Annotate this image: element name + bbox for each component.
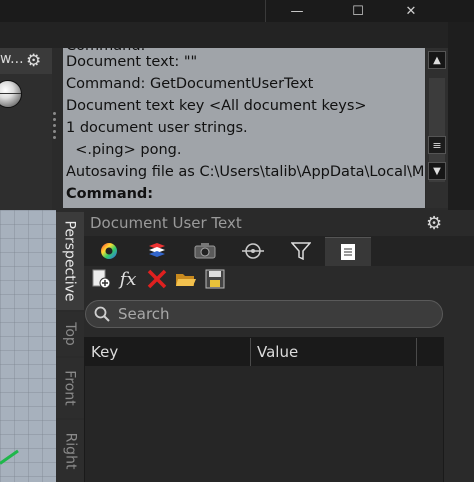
close-button[interactable]: ✕ [388, 0, 434, 22]
search-input[interactable] [116, 304, 420, 324]
document-icon[interactable] [325, 237, 371, 266]
gear-icon[interactable]: ⚙ [426, 213, 442, 234]
open-folder-icon[interactable] [175, 268, 197, 290]
tab-label: Front [62, 370, 79, 406]
command-line: 1 document user strings. [66, 120, 248, 136]
color-wheel-icon[interactable] [86, 237, 132, 265]
gear-icon[interactable]: ⚙ [26, 51, 41, 71]
panel-margin [444, 300, 474, 482]
command-line: Document text key <All document keys> [66, 98, 367, 114]
camera-icon[interactable] [182, 237, 228, 265]
right-edge-strip [448, 22, 474, 210]
viewport-grid [0, 210, 56, 482]
column-header-value[interactable]: Value [251, 338, 417, 366]
function-icon[interactable]: fx [117, 268, 139, 290]
splitter-handle[interactable] [53, 112, 57, 142]
maximize-button[interactable]: ☐ [335, 0, 381, 22]
command-prompt[interactable]: Command: [66, 184, 153, 205]
tab-front[interactable]: Front [56, 358, 84, 418]
layers-icon[interactable] [134, 237, 180, 265]
command-line: <.ping> pong. [66, 142, 182, 158]
command-line: Command: GetDocumentUserText [66, 76, 314, 92]
tab-label: Perspective [62, 220, 78, 302]
perspective-viewport[interactable] [0, 210, 56, 482]
save-icon[interactable] [204, 268, 226, 290]
column-header-key[interactable]: Key [85, 338, 251, 366]
search-field[interactable] [85, 300, 443, 328]
scroll-grip[interactable]: ≡ [428, 136, 446, 154]
tab-label: Right [62, 432, 78, 470]
delete-icon[interactable] [146, 268, 168, 290]
titlebar-separator [265, 0, 266, 22]
toolbar-strip [0, 22, 474, 48]
tab-label: Top [62, 322, 78, 346]
new-document-icon[interactable] [90, 268, 112, 290]
tab-perspective[interactable]: Perspective [56, 212, 84, 310]
command-line: Document text: "" [66, 54, 198, 70]
tab-right[interactable]: Right [56, 420, 84, 482]
filter-icon[interactable] [278, 237, 324, 265]
command-line: Autosaving file as C:\Users\talib\AppDat… [66, 164, 425, 180]
table-body[interactable] [85, 366, 443, 482]
target-icon[interactable] [230, 237, 276, 265]
tab-top[interactable]: Top [56, 312, 84, 356]
search-icon [94, 306, 110, 322]
scroll-up-button[interactable]: ▲ [428, 51, 446, 69]
column-header-extra [417, 338, 443, 366]
minimize-button[interactable]: — [274, 0, 320, 22]
panel-toolbar [84, 266, 474, 294]
left-panel-title: w... [0, 51, 24, 67]
panel-title: Document User Text [90, 214, 242, 232]
scroll-down-button[interactable]: ▼ [428, 162, 446, 180]
command-history[interactable]: Command: ·· ·· ·· ·· ·· ·· Document text… [63, 48, 425, 208]
window-titlebar: — ☐ ✕ [0, 0, 474, 22]
command-scrollbar[interactable]: ▲ ≡ ▼ [426, 48, 448, 208]
